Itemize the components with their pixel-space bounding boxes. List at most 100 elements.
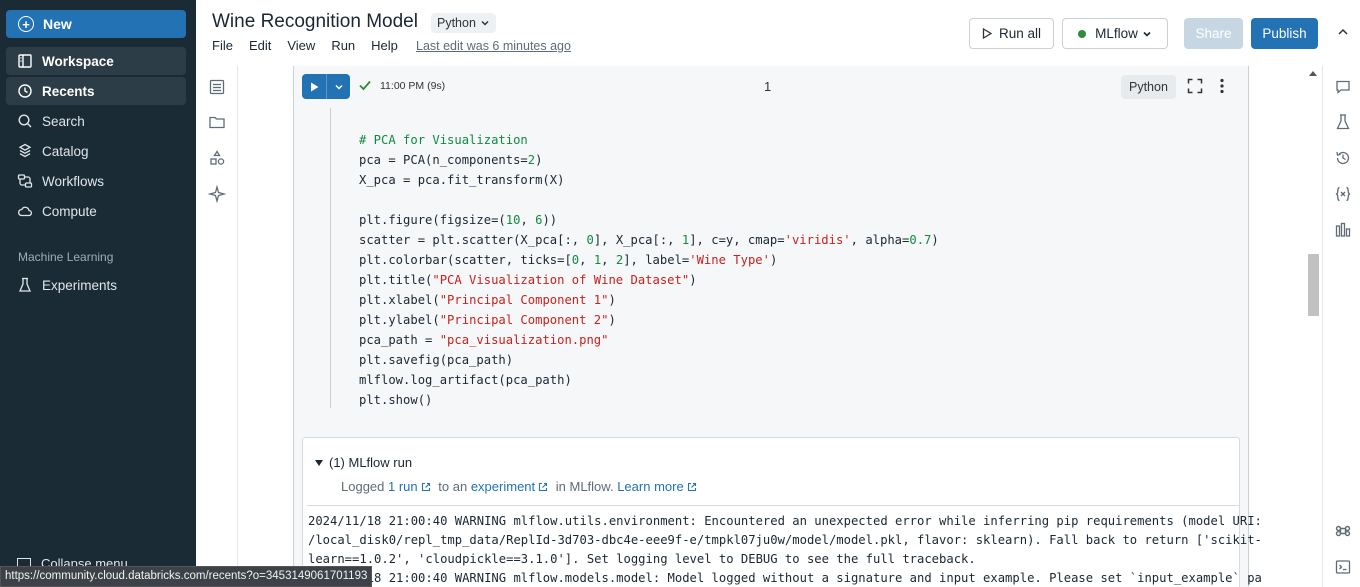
chevron-down-icon[interactable] — [326, 74, 350, 99]
log-line: /local_disk0/repl_tmp_data/ReplId-3d703-… — [308, 533, 1262, 547]
run-all-button[interactable]: Run all — [969, 18, 1054, 49]
external-link-icon — [687, 482, 696, 492]
publish-button[interactable]: Publish — [1251, 18, 1318, 49]
sidebar-item-label: Search — [42, 113, 85, 129]
play-icon — [982, 28, 992, 39]
learn-more-link[interactable]: Learn more — [617, 479, 683, 494]
chevron-up-icon[interactable] — [1337, 26, 1349, 38]
run-all-label: Run all — [998, 26, 1042, 41]
cell-number: 1 — [764, 79, 772, 94]
clock-icon — [17, 83, 33, 99]
code-line: # PCA for Visualization — [359, 133, 528, 147]
catalog-icon[interactable] — [208, 149, 226, 167]
chevron-down-icon — [1143, 31, 1151, 37]
mlflow-run-note: Logged 1 run to an experiment in MLflow.… — [341, 479, 701, 494]
mlflow-run-header: (1) MLflow run — [329, 455, 413, 470]
table-of-contents-icon[interactable] — [208, 78, 226, 96]
sidebar-item-label: Workflows — [42, 173, 105, 189]
menu-file[interactable]: File — [212, 38, 233, 53]
code-line: X_pca = pca.fit_transform(X) — [359, 173, 565, 187]
sidebar: + New Workspace Recents Search Catalog W… — [0, 0, 196, 587]
mlflow-run-toggle[interactable]: (1) MLflow run — [315, 455, 412, 470]
folder-icon[interactable] — [208, 113, 226, 131]
log-line: 2024/11/18 21:00:40 WARNING mlflow.model… — [308, 571, 1262, 585]
plus-icon: + — [18, 16, 34, 32]
log-output: 2024/11/18 21:00:40 WARNING mlflow.utils… — [307, 505, 1262, 587]
comment-icon[interactable] — [1334, 78, 1352, 96]
variables-icon[interactable] — [1334, 185, 1352, 203]
search-icon — [17, 113, 33, 129]
data-profile-icon[interactable] — [1334, 221, 1352, 239]
log-line: 2024/11/18 21:00:40 WARNING mlflow.utils… — [308, 514, 1262, 528]
keyboard-shortcuts-icon[interactable] — [1334, 522, 1352, 540]
section-label-machine-learning: Machine Learning — [18, 250, 114, 264]
sidebar-item-label: Catalog — [42, 143, 89, 159]
notebook-main: 11:00 PM (9s) 1 Python # PCA for Visuali… — [239, 66, 1321, 587]
cell-toolbar: 11:00 PM (9s) 1 Python — [294, 66, 1248, 108]
right-tool-rail — [1322, 66, 1360, 587]
assistant-sparkle-icon[interactable] — [208, 185, 226, 203]
code-cell[interactable]: 11:00 PM (9s) 1 Python # PCA for Visuali… — [293, 66, 1262, 587]
code-line: plt.title("PCA Visualization of Wine Dat… — [359, 273, 697, 287]
code-line: plt.colorbar(scatter, ticks=[0, 1, 2], l… — [359, 253, 778, 267]
menu-edit[interactable]: Edit — [249, 38, 271, 53]
log-line: learn==1.0.2', 'cloudpickle==3.1.0']. Se… — [308, 552, 976, 566]
terminal-icon[interactable] — [1334, 558, 1352, 576]
menu-run[interactable]: Run — [331, 38, 355, 53]
sidebar-item-catalog[interactable]: Catalog — [6, 137, 186, 165]
external-link-icon — [539, 482, 548, 492]
code-line: plt.figure(figsize=(10, 6)) — [359, 213, 558, 227]
status-bar-url: https://community.cloud.databricks.com/r… — [0, 566, 373, 587]
menu-bar: File Edit View Run Help — [212, 38, 414, 53]
compute-select-button[interactable]: MLflow — [1062, 18, 1168, 49]
share-button[interactable]: Share — [1184, 18, 1243, 49]
to-an-text: to an — [438, 479, 468, 494]
cell-output: (1) MLflow run Logged 1 run to an experi… — [302, 437, 1262, 587]
experiment-flask-icon[interactable] — [1334, 113, 1352, 131]
more-options-icon[interactable] — [1219, 78, 1225, 94]
last-edit-link[interactable]: Last edit was 6 minutes ago — [416, 39, 571, 53]
sidebar-item-label: Recents — [42, 83, 95, 99]
code-line: plt.xlabel("Principal Component 1") — [359, 293, 616, 307]
play-icon[interactable] — [302, 74, 326, 99]
code-line: pca_path = "pca_visualization.png" — [359, 333, 609, 347]
logged-text: Logged — [341, 479, 385, 494]
expand-icon[interactable] — [1187, 78, 1203, 94]
cell-run-time: 11:00 PM (9s) — [380, 80, 446, 92]
sidebar-item-workspace[interactable]: Workspace — [6, 47, 186, 75]
new-button[interactable]: + New — [6, 10, 186, 38]
sidebar-item-label: Experiments — [42, 277, 118, 293]
sidebar-item-workflows[interactable]: Workflows — [6, 167, 186, 195]
main-scrollbar[interactable] — [1305, 66, 1321, 587]
scroll-up-arrow-icon[interactable] — [1309, 71, 1317, 76]
sidebar-item-label: Workspace — [42, 53, 114, 69]
run-link[interactable]: 1 run — [388, 479, 418, 494]
code-line: mlflow.log_artifact(pca_path) — [359, 373, 572, 387]
sidebar-item-experiments[interactable]: Experiments — [6, 271, 186, 299]
history-icon[interactable] — [1334, 149, 1352, 167]
code-editor[interactable]: # PCA for Visualization pca = PCA(n_comp… — [330, 108, 1230, 408]
code-line: scatter = plt.scatter(X_pca[:, 0], X_pca… — [359, 233, 939, 247]
workflows-icon — [17, 173, 33, 189]
checkmark-icon — [359, 80, 371, 91]
sidebar-item-recents[interactable]: Recents — [6, 77, 186, 105]
sidebar-item-search[interactable]: Search — [6, 107, 186, 135]
flask-icon — [17, 277, 33, 293]
compute-label: MLflow — [1095, 26, 1138, 41]
in-mlflow-text: in MLflow. — [555, 479, 614, 494]
notebook-language-select[interactable]: Python — [431, 13, 496, 33]
cell-language-badge[interactable]: Python — [1121, 75, 1176, 99]
status-dot-icon — [1078, 29, 1087, 38]
scrollbar-thumb[interactable] — [1308, 254, 1319, 316]
experiment-link[interactable]: experiment — [471, 479, 535, 494]
code-line: pca = PCA(n_components=2) — [359, 153, 543, 167]
run-cell-button[interactable] — [302, 74, 350, 99]
notebook-header: Wine Recognition Model Python File Edit … — [196, 0, 1360, 66]
notebook-title[interactable]: Wine Recognition Model — [212, 11, 418, 33]
notebook-language-label: Python — [437, 16, 476, 30]
menu-help[interactable]: Help — [371, 38, 398, 53]
code-line: plt.savefig(pca_path) — [359, 353, 514, 367]
sidebar-item-label: Compute — [42, 203, 97, 219]
sidebar-item-compute[interactable]: Compute — [6, 197, 186, 225]
menu-view[interactable]: View — [287, 38, 315, 53]
